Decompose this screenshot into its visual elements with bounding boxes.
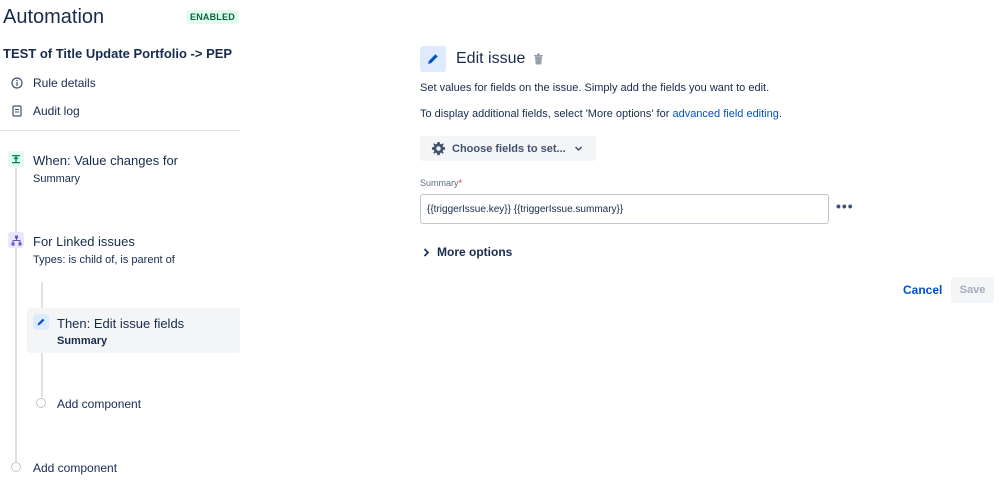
save-button[interactable]: Save bbox=[951, 277, 994, 303]
panel-description: Set values for fields on the issue. Simp… bbox=[420, 82, 770, 94]
gear-icon bbox=[431, 141, 446, 156]
more-options-label: More options bbox=[437, 245, 513, 259]
sidebar-divider bbox=[0, 130, 240, 131]
sidebar-item-label: Rule details bbox=[33, 76, 96, 90]
action-subtitle: Summary bbox=[57, 335, 108, 347]
branch-subtitle: Types: is child of, is parent of bbox=[33, 254, 175, 266]
chevron-right-icon bbox=[423, 247, 430, 257]
pencil-icon bbox=[33, 314, 49, 330]
required-mark: * bbox=[458, 178, 463, 188]
choose-fields-label: Choose fields to set... bbox=[452, 142, 566, 155]
chevron-down-icon bbox=[574, 144, 583, 153]
trigger-title[interactable]: When: Value changes for bbox=[33, 153, 178, 168]
info-icon bbox=[10, 76, 24, 90]
more-actions-icon[interactable]: ••• bbox=[836, 198, 854, 214]
add-component-dot bbox=[11, 462, 21, 472]
sidebar-item-audit-log[interactable]: Audit log bbox=[10, 104, 80, 118]
more-options-toggle[interactable]: More options bbox=[423, 245, 512, 259]
trigger-icon bbox=[8, 151, 24, 167]
flow-rail bbox=[15, 168, 17, 466]
add-component-inner-link[interactable]: Add component bbox=[57, 397, 141, 411]
add-component-dot bbox=[36, 398, 46, 408]
summary-field-label: Summary* bbox=[420, 178, 463, 188]
trash-icon[interactable] bbox=[533, 52, 544, 70]
status-badge: ENABLED bbox=[186, 10, 239, 24]
app-title: Automation bbox=[3, 6, 105, 28]
branch-title[interactable]: For Linked issues bbox=[33, 234, 135, 249]
panel-description-advanced: To display additional fields, select 'Mo… bbox=[420, 108, 782, 120]
choose-fields-button[interactable]: Choose fields to set... bbox=[420, 136, 596, 161]
panel-title: Edit issue bbox=[456, 50, 526, 67]
summary-input[interactable] bbox=[420, 194, 829, 224]
action-title[interactable]: Then: Edit issue fields bbox=[57, 316, 184, 331]
branch-icon bbox=[8, 232, 24, 248]
advanced-field-editing-link[interactable]: advanced field editing bbox=[672, 108, 778, 120]
edit-issue-icon bbox=[420, 46, 446, 72]
add-component-outer-link[interactable]: Add component bbox=[33, 461, 117, 475]
trigger-subtitle: Summary bbox=[33, 173, 81, 185]
sidebar-item-rule-details[interactable]: Rule details bbox=[10, 76, 96, 90]
cancel-button[interactable]: Cancel bbox=[903, 283, 942, 297]
document-icon bbox=[10, 104, 24, 118]
sidebar-item-label: Audit log bbox=[33, 104, 80, 118]
rule-name: TEST of Title Update Portfolio -> PEP bbox=[3, 46, 233, 61]
